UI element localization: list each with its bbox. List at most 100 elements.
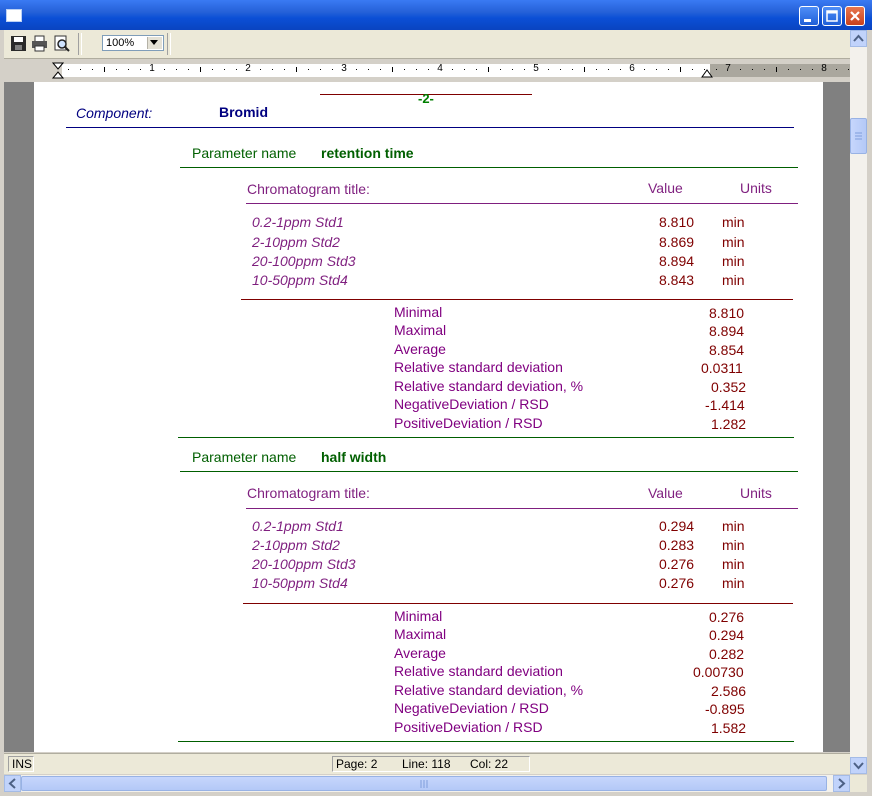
ruler-dot	[464, 69, 465, 70]
insert-mode-indicator: INS	[8, 756, 34, 772]
parameter-name-label: Parameter name	[192, 145, 297, 161]
header-divider	[246, 508, 798, 509]
ruler-dot	[668, 69, 669, 70]
ruler-dot	[560, 69, 561, 70]
left-indent-marker-icon[interactable]	[52, 62, 64, 79]
row-unit: min	[722, 214, 745, 230]
ruler-half-tick	[488, 67, 489, 72]
ruler-number: 7	[725, 63, 731, 74]
size-grip	[850, 775, 867, 792]
stat-value: -1.414	[705, 397, 745, 413]
ruler-number: 8	[821, 63, 827, 74]
line-indicator: Line: 118	[402, 757, 451, 771]
ruler-dot	[404, 69, 405, 70]
scroll-right-button[interactable]	[833, 775, 850, 792]
status-bar: INS Page: 2 Line: 118 Col: 22	[4, 753, 850, 774]
scroll-up-button[interactable]	[850, 30, 867, 47]
ruler-half-tick	[392, 67, 393, 72]
chevron-right-icon	[838, 778, 846, 789]
save-icon[interactable]	[10, 35, 27, 52]
maximize-button[interactable]	[822, 6, 842, 26]
row-unit: min	[722, 537, 745, 553]
row-value: 0.294	[659, 518, 695, 534]
ruler-number: 5	[533, 63, 539, 74]
ruler-dot	[260, 69, 261, 70]
stat-value: 0.294	[709, 627, 745, 643]
row-unit: min	[722, 518, 745, 534]
ruler-dot	[212, 69, 213, 70]
ruler-dot	[656, 69, 657, 70]
chromatogram-name: 2-10ppm Std2	[252, 234, 340, 250]
stat-value: 0.0311	[701, 360, 743, 376]
stat-label: Average	[394, 645, 446, 661]
ruler-number: 1	[149, 63, 155, 74]
vertical-scroll-thumb[interactable]	[850, 118, 867, 154]
ruler-dot	[116, 69, 117, 70]
document-area[interactable]: -2- Component: Bromid Parameter name ret…	[4, 82, 850, 752]
component-value: Bromid	[219, 104, 268, 120]
ruler-dot	[848, 69, 849, 70]
maximize-icon	[826, 10, 838, 22]
ruler-dot	[380, 69, 381, 70]
stat-label: NegativeDeviation / RSD	[394, 396, 549, 412]
horizontal-scroll-thumb[interactable]	[21, 776, 827, 791]
ruler-dot	[236, 69, 237, 70]
stat-label: Maximal	[394, 322, 447, 338]
parameter-name-label: Parameter name	[192, 449, 297, 465]
app-icon	[6, 9, 22, 22]
chromatogram-title-header: Chromatogram title:	[247, 181, 370, 197]
ruler-dot	[140, 69, 141, 70]
row-unit: min	[722, 575, 745, 591]
ruler-dot	[92, 69, 93, 70]
ruler-dot	[272, 69, 273, 70]
row-value: 0.283	[659, 537, 695, 553]
row-value: 8.894	[659, 253, 695, 269]
ruler-dot	[596, 69, 597, 70]
parameter-divider	[180, 471, 798, 472]
print-preview-icon[interactable]	[53, 35, 70, 52]
ruler-dot	[332, 69, 333, 70]
ruler-dot	[428, 69, 429, 70]
minimize-button[interactable]	[799, 6, 819, 26]
value-header: Value	[648, 485, 683, 501]
row-value: 8.810	[659, 214, 695, 230]
ruler-half-tick	[296, 67, 297, 72]
ruler-dot	[812, 69, 813, 70]
ruler-dot	[608, 69, 609, 70]
stat-label: PositiveDeviation / RSD	[394, 719, 543, 735]
row-value: 0.276	[659, 556, 695, 572]
scroll-left-button[interactable]	[4, 775, 21, 792]
stat-value: 0.00730	[693, 664, 744, 680]
section-end-divider	[178, 741, 794, 742]
ruler-dot	[308, 69, 309, 70]
ruler-dot	[224, 69, 225, 70]
grip-icon	[420, 780, 428, 788]
stat-value: 0.352	[711, 379, 747, 395]
stat-value: 2.586	[711, 683, 747, 699]
stat-label: Average	[394, 341, 446, 357]
parameter-name-value: retention time	[321, 145, 414, 161]
ruler-dot	[452, 69, 453, 70]
ruler-half-tick	[584, 67, 585, 72]
close-button[interactable]	[845, 6, 865, 26]
page-margin-left	[10, 82, 34, 752]
right-indent-marker-icon[interactable]	[701, 67, 713, 78]
report-page: -2- Component: Bromid Parameter name ret…	[10, 82, 823, 752]
ruler-dot	[512, 69, 513, 70]
ruler-dot	[176, 69, 177, 70]
toolbar-separator	[78, 33, 82, 55]
ruler-dot	[716, 69, 717, 70]
chevron-down-icon[interactable]	[147, 37, 162, 49]
parameter-name-value: half width	[321, 449, 387, 465]
scroll-down-button[interactable]	[850, 757, 867, 774]
chromatogram-name: 20-100ppm Std3	[252, 556, 356, 572]
title-bar[interactable]	[0, 0, 872, 30]
stat-value: 1.282	[711, 416, 747, 432]
ruler-dot	[80, 69, 81, 70]
ruler: 1 2 3 4 5 6 7 8	[4, 59, 850, 81]
zoom-select[interactable]: 100%	[102, 35, 164, 51]
print-icon[interactable]	[31, 35, 48, 52]
chromatogram-name: 0.2-1ppm Std1	[252, 214, 344, 230]
value-header: Value	[648, 180, 683, 196]
toolbar: 100%	[4, 30, 850, 59]
